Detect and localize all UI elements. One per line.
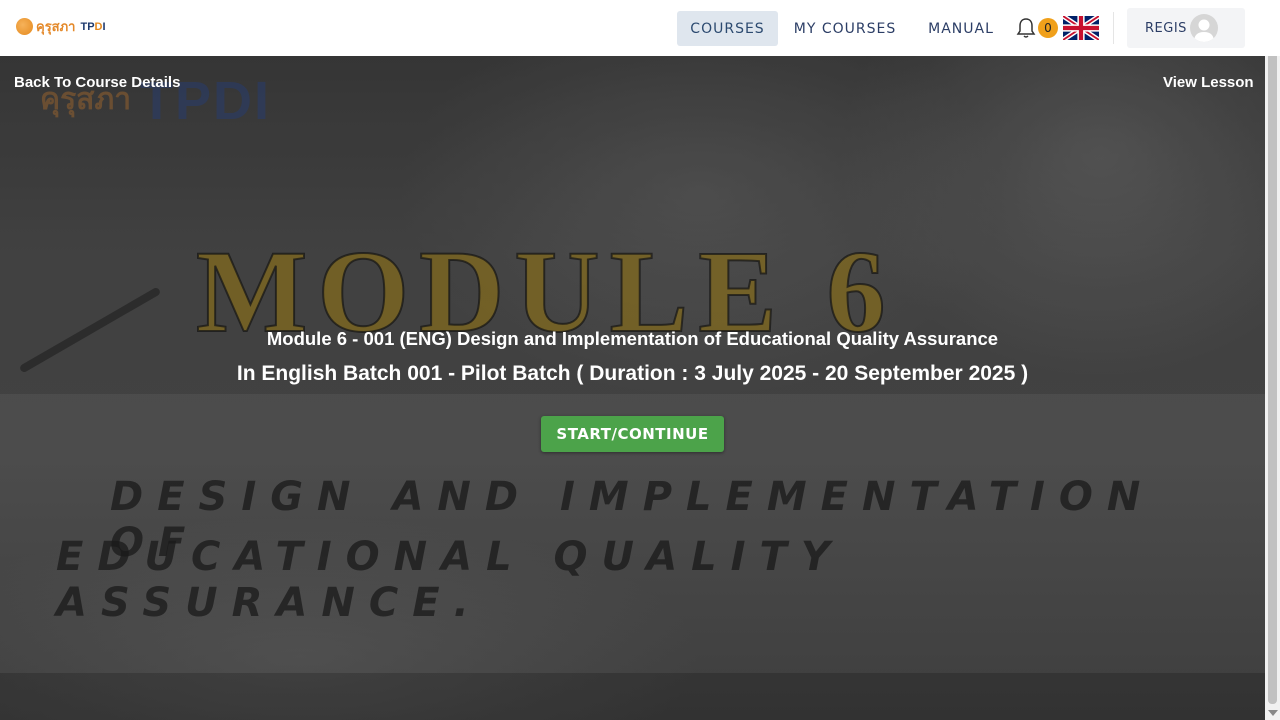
uk-flag-icon[interactable] [1063,16,1099,40]
hero-overlay-bottom [0,673,1265,720]
site-logo[interactable]: คุรุสภา TPDI [16,16,106,37]
course-title: Module 6 - 001 (ENG) Design and Implemen… [266,328,999,349]
logo-tpdi-text: TPDI [80,20,106,33]
nav-manual[interactable]: MANUAL [920,11,1002,46]
user-menu[interactable]: REGIS [1127,8,1245,48]
nav-divider [1113,12,1114,44]
logo-thai-text: คุรุสภา [36,20,76,35]
notification-badge: 0 [1038,18,1058,38]
nav-my-courses[interactable]: MY COURSES [790,11,900,46]
user-silhouette-icon [1194,19,1214,42]
avatar [1190,14,1218,42]
start-continue-button[interactable]: START/CONTINUE [541,416,724,452]
top-navbar: คุรุสภา TPDI COURSES MY COURSES MANUAL 0… [0,0,1280,56]
bell-icon[interactable] [1016,17,1036,39]
user-name: REGIS [1145,20,1187,36]
view-lesson-link[interactable]: View Lesson [1163,74,1254,91]
background-design-text-line2: EDUCATIONAL QUALITY ASSURANCE. [56,534,844,626]
course-hero-banner: คุรุสภา TPDI MODULE 6 DESIGN AND IMPLEME… [0,56,1265,720]
logo-emblem-icon [16,18,33,35]
scroll-down-arrow-icon[interactable] [1268,710,1278,716]
course-batch-duration: In English Batch 001 - Pilot Batch ( Dur… [236,362,1029,385]
scrollbar-thumb[interactable] [1268,14,1277,704]
back-to-course-details-link[interactable]: Back To Course Details [14,74,180,91]
nav-courses[interactable]: COURSES [677,11,778,46]
